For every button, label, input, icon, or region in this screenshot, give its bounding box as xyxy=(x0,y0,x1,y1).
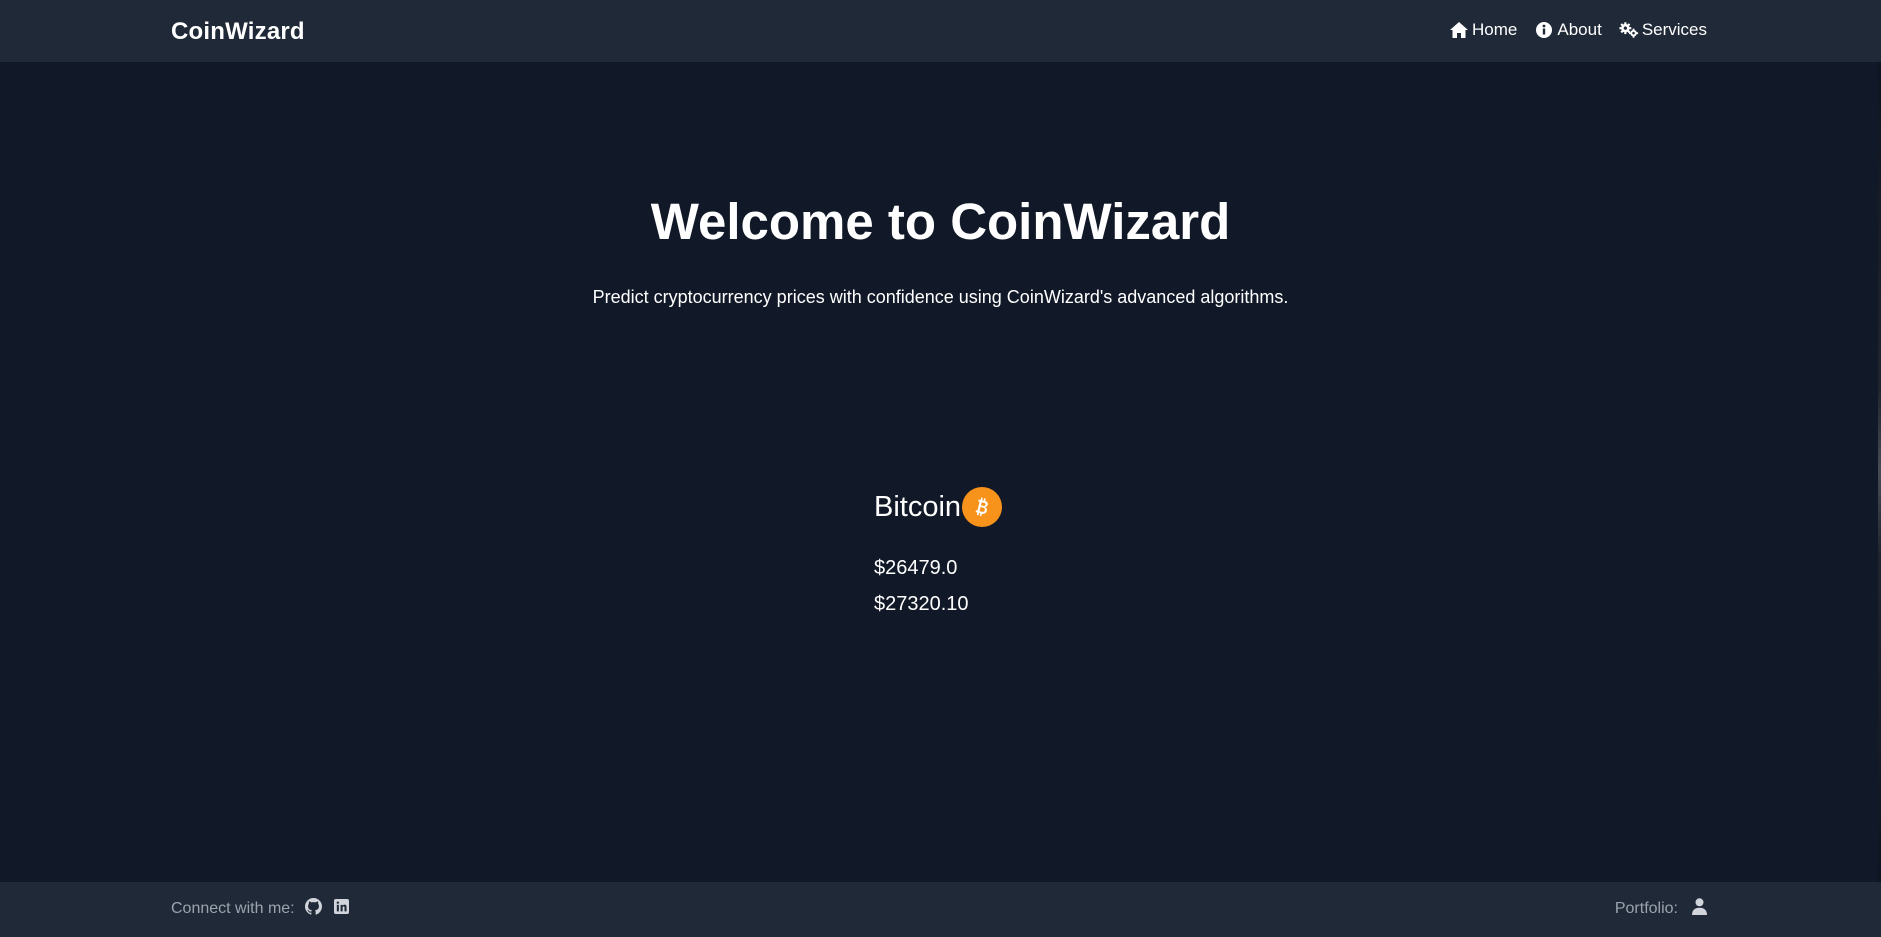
coin-card: Bitcoin $26479.0 $27320.10 xyxy=(874,487,1003,615)
nav-services-label: Services xyxy=(1641,20,1707,39)
nav-services-link[interactable]: Services xyxy=(1619,20,1707,40)
coin-name: Bitcoin xyxy=(874,490,962,523)
info-icon xyxy=(1534,21,1554,39)
page-subtitle: Predict cryptocurrency prices with confi… xyxy=(592,287,1289,307)
coin-header: Bitcoin xyxy=(874,487,1003,527)
portfolio-label: Portfolio: xyxy=(1614,900,1678,917)
bitcoin-icon xyxy=(962,487,1003,527)
nav-about-label: About xyxy=(1557,20,1602,39)
brand-logo-link[interactable]: CoinWizard xyxy=(171,18,305,46)
coin-price-current: $26479.0 xyxy=(874,557,958,579)
page: CoinWizard Home About Services Welcome t… xyxy=(0,0,1881,937)
page-title: Welcome to CoinWizard xyxy=(650,193,1231,250)
linkedin-icon xyxy=(334,899,350,919)
nav-home-label: Home xyxy=(1472,20,1518,39)
top-navbar: CoinWizard Home About Services xyxy=(0,0,1881,62)
main-nav: Home About Services xyxy=(1449,20,1707,40)
github-icon xyxy=(305,898,323,920)
footer: Connect with me: Portfolio: xyxy=(0,882,1881,937)
gears-icon xyxy=(1619,21,1639,39)
coin-price-predicted: $27320.10 xyxy=(874,593,969,615)
github-link[interactable] xyxy=(305,898,323,920)
home-icon xyxy=(1449,21,1469,39)
connect-label: Connect with me: xyxy=(171,900,295,917)
portfolio-link[interactable] xyxy=(1690,898,1708,920)
footer-connect: Connect with me: xyxy=(171,898,351,920)
user-icon xyxy=(1691,898,1707,920)
footer-portfolio: Portfolio: xyxy=(1614,898,1708,920)
linkedin-link[interactable] xyxy=(333,899,351,919)
nav-about-link[interactable]: About xyxy=(1534,20,1602,40)
nav-home-link[interactable]: Home xyxy=(1449,20,1517,40)
